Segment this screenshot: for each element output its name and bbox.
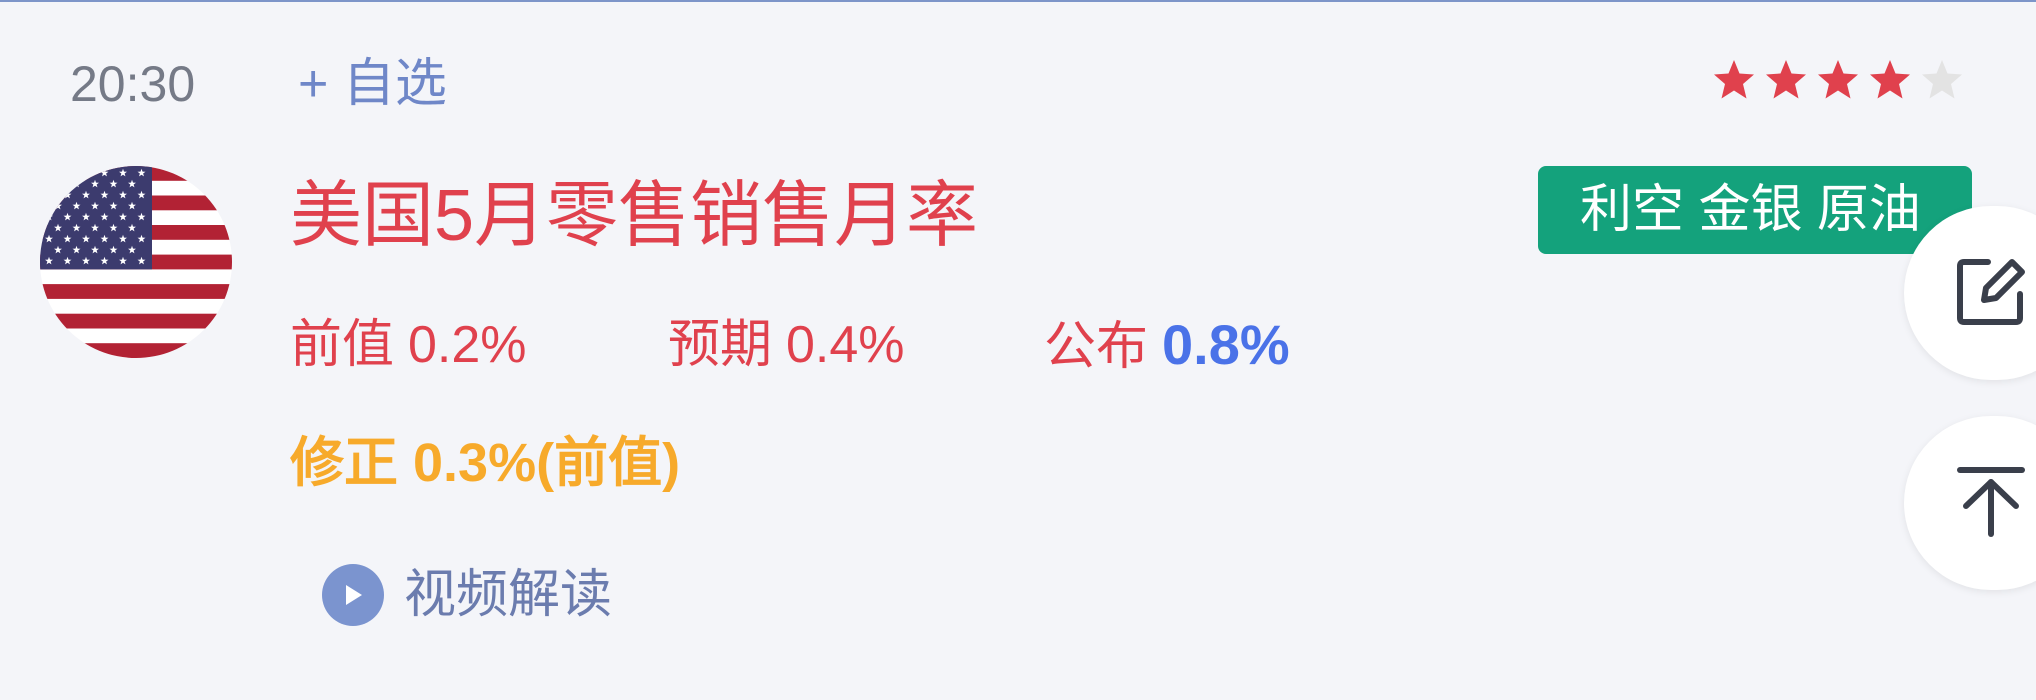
us-flag-graphic: [40, 166, 232, 358]
actual-value: 公布 0.8%: [1044, 310, 1290, 382]
forecast-number: 0.4%: [786, 316, 905, 374]
actual-number: 0.8%: [1162, 313, 1290, 376]
event-title: 美国5月零售销售月率: [290, 176, 979, 256]
top-divider: [0, 0, 2036, 2]
back-to-top-button[interactable]: [1904, 416, 2036, 590]
previous-number: 0.2%: [408, 316, 527, 374]
star-filled-icon: [1714, 60, 1754, 99]
forecast-value: 预期 0.4%: [668, 310, 905, 380]
star-filled-icon: [1818, 60, 1858, 99]
impact-badge: 利空 金银 原油: [1538, 166, 1972, 254]
previous-value: 前值 0.2%: [290, 310, 527, 380]
video-analysis-label: 视频解读: [404, 566, 613, 624]
us-flag-icon: [40, 166, 232, 358]
star-filled-icon: [1766, 60, 1806, 99]
play-icon: [322, 564, 384, 626]
previous-label: 前值: [290, 316, 395, 374]
event-time: 20:30: [70, 56, 196, 112]
video-analysis-button[interactable]: 视频解读: [322, 562, 612, 628]
star-filled-icon: [1870, 60, 1910, 99]
importance-stars: [1712, 58, 1964, 102]
revision-note: 修正 0.3%(前值): [290, 433, 681, 493]
forecast-label: 预期: [668, 316, 773, 374]
actual-label: 公布: [1044, 318, 1149, 376]
star-empty-icon: [1922, 60, 1962, 99]
add-watchlist-button[interactable]: + 自选: [298, 52, 447, 116]
edit-icon: [1957, 259, 2025, 325]
back-to-top-icon: [1957, 467, 2025, 537]
